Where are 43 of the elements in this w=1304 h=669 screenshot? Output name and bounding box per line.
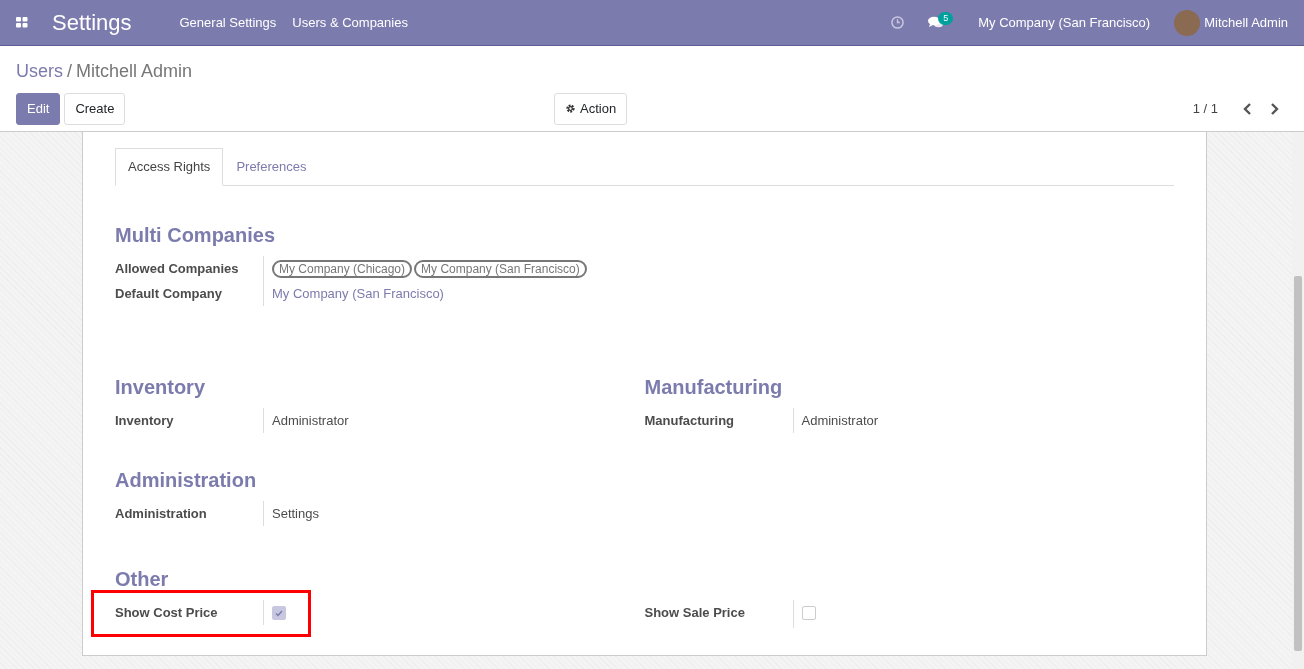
check-icon — [275, 609, 283, 617]
field-label: Manufacturing — [644, 411, 736, 430]
field-value: Administrator — [801, 412, 879, 428]
field-label: Default Company — [115, 284, 223, 303]
field-link[interactable]: My Company (San Francisco) — [272, 285, 444, 301]
pager-value[interactable]: 1 / 1 — [1192, 99, 1218, 119]
breadcrumb-link[interactable]: Users — [16, 61, 63, 81]
group-title: Other — [115, 566, 170, 592]
company-switcher[interactable]: My Company (San Francisco) — [978, 12, 1151, 33]
field-label: Allowed Companies — [115, 259, 240, 278]
field-value: Administrator — [272, 412, 349, 428]
field-label: Show Sale Price — [644, 603, 746, 622]
action-button[interactable]: Action — [554, 93, 628, 125]
field-label: Show Cost Price — [115, 603, 219, 622]
gear-icon — [565, 103, 576, 115]
field-value: Settings — [272, 505, 319, 521]
next-button[interactable] — [1269, 101, 1280, 116]
group-title: Inventory — [115, 374, 207, 400]
group-title: Multi Companies — [115, 222, 276, 248]
company-tag[interactable]: My Company (Chicago) — [272, 259, 413, 278]
message-count-badge: 5 — [938, 12, 954, 25]
user-menu[interactable]: Mitchell Admin — [1204, 12, 1288, 33]
checkbox[interactable] — [272, 606, 286, 620]
create-button[interactable]: Create — [64, 93, 126, 125]
menu-link[interactable]: Users & Companies — [292, 12, 408, 33]
tab[interactable]: Access Rights — [115, 148, 224, 186]
company-tag[interactable]: My Company (San Francisco) — [414, 259, 587, 278]
checkbox[interactable] — [801, 605, 816, 620]
group-title: Administration — [115, 467, 258, 493]
app-title[interactable]: Settings — [52, 6, 132, 39]
field-label: Inventory — [115, 411, 175, 430]
breadcrumb-separator: / — [67, 61, 73, 81]
user-avatar[interactable] — [1174, 9, 1201, 36]
clock-icon[interactable] — [891, 16, 905, 29]
previous-button[interactable] — [1242, 101, 1253, 116]
tab[interactable]: Preferences — [223, 148, 320, 186]
field-label: Administration — [115, 504, 208, 523]
edit-button[interactable]: Edit — [16, 93, 61, 125]
menu-link[interactable]: General Settings — [179, 12, 277, 33]
breadcrumb-current: Mitchell Admin — [76, 61, 193, 81]
scrollbar-thumb[interactable] — [1294, 276, 1302, 651]
group-title: Manufacturing — [644, 374, 784, 400]
apps-menu-icon[interactable] — [16, 17, 28, 28]
